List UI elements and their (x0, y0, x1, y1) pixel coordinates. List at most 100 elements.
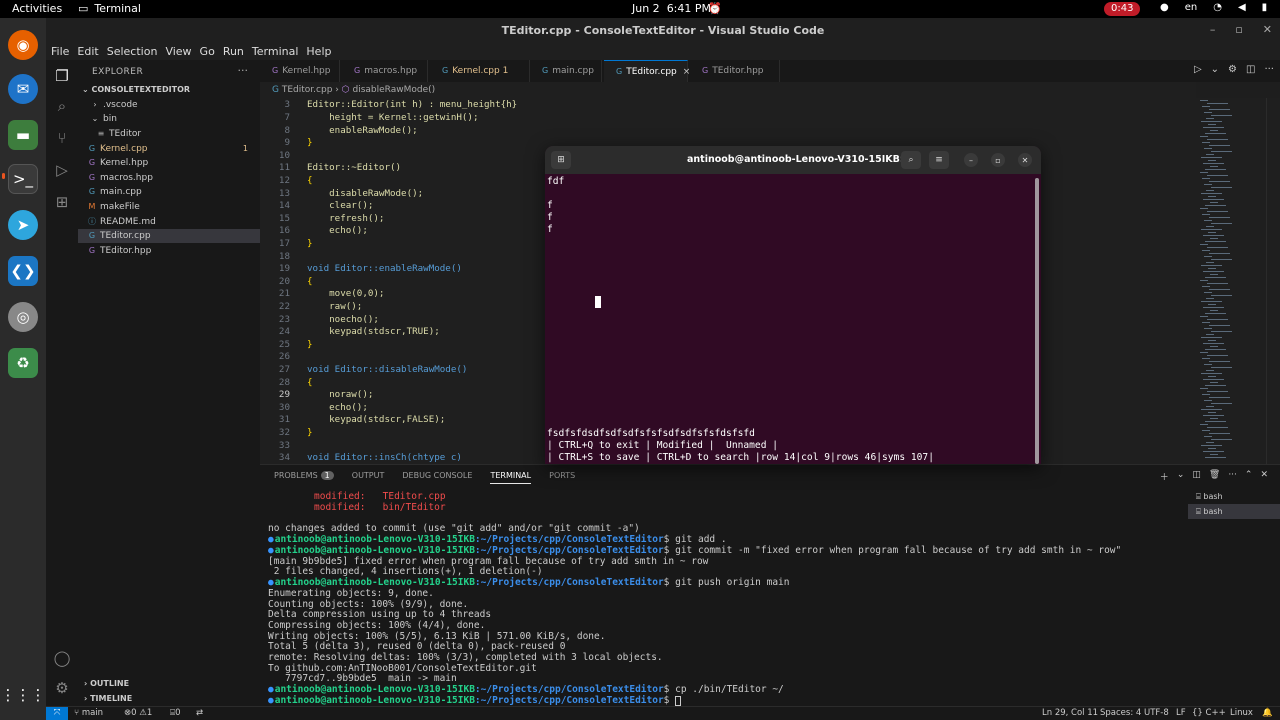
branch-indicator[interactable]: ⑂ main (74, 708, 103, 718)
tree-item-bin[interactable]: ⌄ bin (78, 112, 260, 126)
recording-indicator[interactable]: 0:43 (1104, 2, 1141, 16)
encoding[interactable]: UTF-8 (1144, 708, 1169, 718)
menu-selection[interactable]: Selection (107, 45, 158, 58)
split-terminal-icon[interactable]: ◫ (1192, 470, 1201, 483)
maximize-icon[interactable]: ▫ (1235, 23, 1242, 36)
terminal-dock-icon[interactable]: >_ (8, 164, 38, 194)
minimize-icon[interactable]: – (964, 153, 978, 167)
more-actions-icon[interactable]: ··· (1228, 470, 1237, 483)
menu-run[interactable]: Run (223, 45, 244, 58)
new-terminal-icon[interactable]: ＋ (1160, 470, 1169, 483)
system-tray[interactable]: ● en ◔ ◀ ▮ ⏻ (1160, 2, 1280, 13)
tree-item-main-cpp[interactable]: Gmain.cpp (78, 185, 260, 199)
tree-item-vscode[interactable]: › .vscode (78, 98, 260, 112)
source-control-icon[interactable]: ⑂ (52, 128, 72, 148)
search-icon[interactable]: ⌕ (52, 96, 72, 116)
app-menu[interactable]: ▭ Terminal (78, 2, 141, 15)
extensions-icon[interactable]: ⊞ (52, 192, 72, 212)
close-panel-icon[interactable]: ✕ (1260, 470, 1268, 483)
tree-item-readme[interactable]: ⓘ README.md (78, 215, 260, 229)
maximize-panel-icon[interactable]: ⌃ (1245, 470, 1253, 483)
more-actions-icon[interactable]: ··· (238, 64, 249, 77)
close-icon[interactable]: ✕ (1018, 153, 1032, 167)
menu-edit[interactable]: Edit (77, 45, 98, 58)
cursor-position[interactable]: Ln 29, Col 11 (1042, 708, 1098, 718)
tab-macros-hpp[interactable]: Gmacros.hpp (342, 60, 428, 82)
gnome-terminal-window[interactable]: ⊞ antinoob@antinoob-Lenovo-V310-15IKB: ~… (545, 146, 1041, 464)
run-icon[interactable]: ▷ (1194, 64, 1202, 75)
language-indicator[interactable]: en (1185, 2, 1198, 13)
tab-ports[interactable]: PORTS (549, 471, 575, 484)
remote-indicator-icon[interactable]: ⤧ (46, 707, 68, 720)
menu-go[interactable]: Go (200, 45, 215, 58)
os-indicator[interactable]: Linux (1230, 708, 1253, 718)
files-icon[interactable]: ▬ (8, 120, 38, 150)
new-tab-icon[interactable]: ⊞ (551, 151, 571, 169)
tab-problems[interactable]: PROBLEMS 1 (274, 471, 334, 484)
explorer-icon[interactable]: ❐ (52, 66, 72, 86)
notification-bell-icon[interactable]: ⏰ (708, 2, 722, 15)
chevron-down-icon[interactable]: ⌄ (1211, 64, 1219, 75)
account-icon[interactable]: ◯ (52, 648, 72, 668)
gear-icon[interactable]: ⚙ (52, 678, 72, 698)
gnome-terminal-scrollbar[interactable] (1035, 178, 1039, 464)
project-folder[interactable]: ⌄ CONSOLETEXTEDITOR (82, 85, 190, 94)
gnome-terminal-content[interactable]: fdf f f f fsdfsfdsdfsdfsdfsfsfsdfsdfsfsf… (547, 176, 1035, 464)
telegram-icon[interactable]: ➤ (8, 210, 38, 240)
menu-terminal[interactable]: Terminal (252, 45, 299, 58)
hamburger-menu-icon[interactable]: ≡ (929, 151, 949, 169)
settings-sync-icon[interactable]: ⚙ (1228, 64, 1237, 75)
eol[interactable]: LF (1176, 708, 1186, 718)
tree-item-macros-hpp[interactable]: Gmacros.hpp (78, 171, 260, 185)
trash-icon[interactable]: ♻ (8, 348, 38, 378)
minimap[interactable] (1196, 98, 1266, 464)
activities-button[interactable]: Activities (12, 2, 62, 15)
tab-kernel-cpp[interactable]: G Kernel.cpp 1 (430, 60, 530, 82)
language-mode[interactable]: {} C++ (1192, 708, 1226, 718)
tab-kernel-hpp[interactable]: G Kernel.hpp (260, 60, 340, 82)
terminal-instance[interactable]: ⌸ bash (1188, 504, 1280, 519)
minimize-icon[interactable]: – (1210, 23, 1216, 36)
maximize-icon[interactable]: ▫ (991, 153, 1005, 167)
tab-main-cpp[interactable]: Gmain.cpp (530, 60, 602, 82)
tab-output[interactable]: OUTPUT (352, 471, 385, 484)
indentation[interactable]: Spaces: 4 (1100, 708, 1141, 718)
tree-item-makefile[interactable]: MmakeFile (78, 200, 260, 214)
tab-debug-console[interactable]: DEBUG CONSOLE (402, 471, 472, 484)
menu-file[interactable]: File (51, 45, 69, 58)
tree-item-teditor-cpp[interactable]: G TEditor.cpp (78, 229, 260, 243)
ports-indicator[interactable]: ⌸0 (170, 708, 181, 718)
vscode-icon[interactable]: ❮❯ (8, 256, 38, 286)
notifications-bell-icon[interactable]: 🔔 (1262, 708, 1273, 718)
tree-item-teditor-hpp[interactable]: G TEditor.hpp (78, 244, 260, 258)
menu-view[interactable]: View (165, 45, 191, 58)
timeline-section[interactable]: › TIMELINE (84, 694, 132, 703)
trash-icon[interactable]: 🗑 (1209, 470, 1220, 483)
split-editor-icon[interactable]: ◫ (1246, 64, 1255, 75)
integrated-terminal[interactable]: modified: TEditor.cpp modified: bin/TEdi… (268, 491, 1184, 707)
firefox-icon[interactable]: ◉ (8, 30, 38, 60)
menu-help[interactable]: Help (306, 45, 331, 58)
thunderbird-icon[interactable]: ✉ (8, 74, 38, 104)
editor-scrollbar[interactable] (1266, 98, 1280, 464)
tab-teditor-hpp[interactable]: G TEditor.hpp (690, 60, 780, 82)
live-share-icon[interactable]: ⇄ (196, 708, 203, 718)
tree-item-kernel-cpp[interactable]: G Kernel.cpp 1 (78, 142, 260, 156)
tab-teditor-cpp[interactable]: G TEditor.cpp × (604, 60, 690, 82)
tab-terminal[interactable]: TERMINAL (490, 471, 532, 484)
run-debug-icon[interactable]: ▷ (52, 160, 72, 180)
chevron-down-icon[interactable]: ⌄ (1177, 470, 1185, 483)
disc-icon[interactable]: ◎ (8, 302, 38, 332)
terminal-instance[interactable]: ⌸ bash (1188, 489, 1280, 504)
breadcrumb-symbol[interactable]: disableRawMode() (353, 85, 436, 95)
tree-item-teditor-binary[interactable]: ≡ TEditor (78, 127, 260, 141)
close-icon[interactable]: ✕ (1263, 23, 1272, 36)
clock[interactable]: Jun 2 6:41 PM (632, 2, 711, 15)
show-apps-icon[interactable]: ⋮⋮⋮ (1, 680, 46, 710)
more-actions-icon[interactable]: ··· (1264, 64, 1274, 75)
search-icon[interactable]: ⌕ (901, 151, 921, 169)
tree-item-kernel-hpp[interactable]: G Kernel.hpp (78, 156, 260, 170)
outline-section[interactable]: › OUTLINE (84, 679, 129, 688)
breadcrumb-file[interactable]: TEditor.cpp (282, 85, 333, 95)
problems-indicator[interactable]: ⊗0 ⚠1 (124, 708, 152, 718)
